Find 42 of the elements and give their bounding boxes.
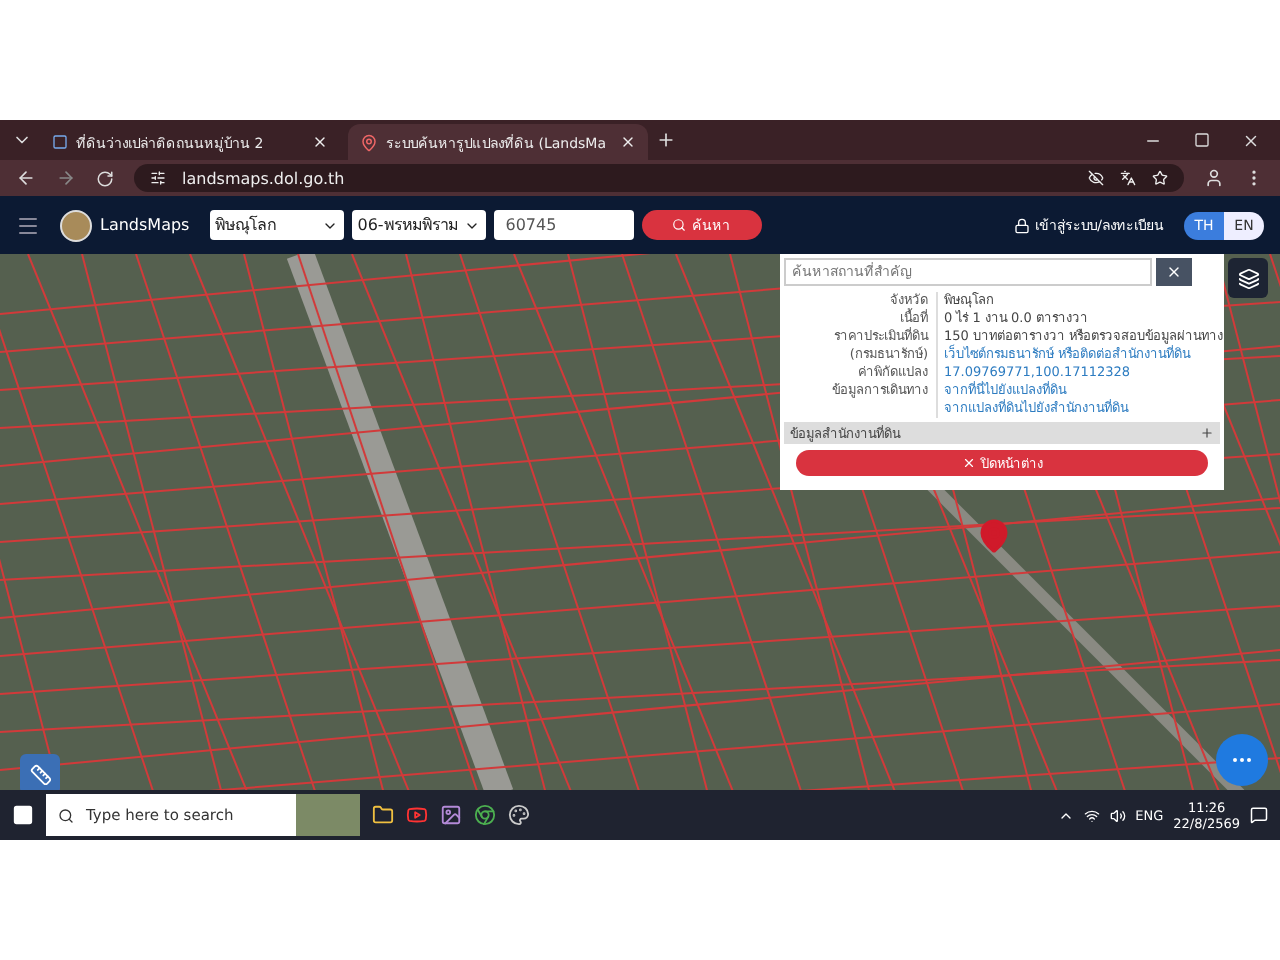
close-icon: [1166, 264, 1182, 280]
parcel-number-field[interactable]: 60745: [493, 210, 634, 240]
reload-icon[interactable]: [96, 169, 114, 187]
search-icon: [672, 218, 687, 232]
profile-icon[interactable]: [1204, 168, 1224, 188]
close-icon[interactable]: [620, 134, 636, 150]
eye-off-icon[interactable]: [1088, 170, 1104, 186]
maximize-icon[interactable]: [1194, 131, 1210, 147]
volume-icon[interactable]: [1109, 807, 1126, 823]
district-select[interactable]: 06-พรหมพิราม: [351, 210, 486, 240]
site-settings-icon[interactable]: [150, 170, 166, 186]
plus-icon: [1200, 426, 1214, 440]
layers-button[interactable]: [1228, 258, 1268, 298]
notifications-icon[interactable]: [1250, 806, 1268, 824]
close-icon[interactable]: [312, 134, 328, 150]
lock-icon: [1013, 217, 1030, 233]
clear-button[interactable]: [1156, 258, 1192, 286]
search-highlight-placeholder: [296, 794, 360, 836]
forward-icon[interactable]: [56, 168, 76, 188]
star-icon[interactable]: [1152, 170, 1168, 186]
new-tab-button[interactable]: [656, 130, 676, 150]
browser-icon[interactable]: [474, 804, 496, 826]
measure-tool-button[interactable]: [20, 754, 60, 790]
video-icon[interactable]: [406, 804, 428, 826]
back-icon[interactable]: [16, 168, 36, 188]
logo-icon: [60, 209, 92, 241]
ruler-icon: [29, 763, 51, 785]
close-icon[interactable]: [1242, 131, 1260, 149]
brand-name: LandsMaps: [100, 216, 190, 234]
palette-icon[interactable]: [508, 804, 530, 826]
folder-icon[interactable]: [372, 804, 394, 826]
picture-icon[interactable]: [440, 804, 462, 826]
search-icon: [58, 807, 74, 823]
map-pin-icon: [360, 133, 378, 151]
province-select[interactable]: พิษณุโลก: [209, 210, 344, 240]
menu-icon[interactable]: [16, 213, 40, 237]
network-icon[interactable]: [1083, 807, 1100, 823]
address-bar[interactable]: landsmaps.dol.go.th: [134, 164, 1184, 192]
close-icon: [961, 456, 975, 470]
layers-icon: [1237, 267, 1259, 289]
translate-icon[interactable]: [1120, 170, 1136, 186]
location-pin-icon: [976, 518, 1012, 554]
